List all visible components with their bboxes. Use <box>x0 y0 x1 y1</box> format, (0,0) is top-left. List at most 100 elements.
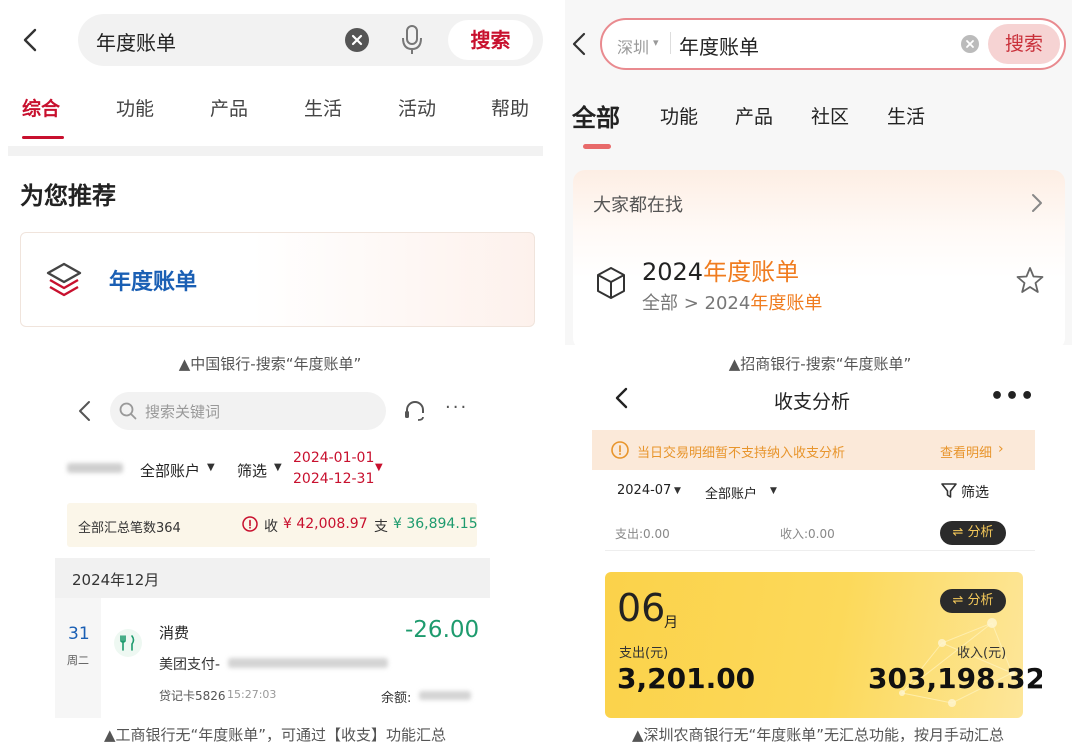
more-icon[interactable]: ••• <box>990 384 1035 409</box>
income-summary: 收入:0.00 <box>780 527 835 541</box>
recommend-item-title[interactable]: 年度账单 <box>109 264 197 296</box>
back-arrow-icon[interactable] <box>615 387 629 409</box>
card-income-value: 303,198.32 <box>868 662 1042 695</box>
divider <box>605 550 1035 551</box>
info-icon[interactable] <box>242 516 258 532</box>
result-title-highlight: 年度账单 <box>703 258 800 286</box>
chevron-down-icon: ▼ <box>375 462 383 473</box>
account-filter[interactable]: 全部账户 <box>705 483 757 502</box>
income-value: ¥ 42,008.97 <box>283 516 368 532</box>
caption-cmb: ▲招商银行-搜索“年度账单” <box>728 355 912 373</box>
tab-all[interactable]: 全部 <box>572 98 620 133</box>
tab-product[interactable]: 产品 <box>210 94 248 121</box>
srcb-analysis-screen: 收支分析 ••• 当日交易明细暂不支持纳入收支分析 查看明细 › 2024-07… <box>592 378 1042 718</box>
back-arrow-icon[interactable] <box>22 28 40 52</box>
active-tab-indicator <box>583 144 611 149</box>
summary-count: 全部汇总笔数364 <box>78 521 181 536</box>
boc-search-screen: 年度账单 搜索 综合 功能 产品 生活 活动 帮助 为您推荐 年度账单 <box>8 0 543 340</box>
search-input[interactable]: 年度账单 <box>679 31 759 60</box>
date-start[interactable]: 2024-01-01 <box>293 450 374 466</box>
microphone-icon[interactable] <box>401 24 423 56</box>
trending-header: 大家都在找 <box>593 195 683 216</box>
card-month: 06 <box>617 586 666 630</box>
info-icon <box>611 441 629 459</box>
date-end[interactable]: 2024-12-31 <box>293 471 374 487</box>
divider <box>670 32 671 54</box>
transaction-merchant: 美团支付- <box>159 657 221 673</box>
clear-icon[interactable] <box>961 35 979 53</box>
filter-icon[interactable] <box>940 481 958 499</box>
search-input[interactable]: 年度账单 <box>96 27 176 56</box>
city-selector[interactable]: 深圳 <box>617 34 649 58</box>
card-expense-value: 3,201.00 <box>617 662 756 695</box>
tab-product[interactable]: 产品 <box>735 102 773 129</box>
recommend-card[interactable] <box>20 232 535 327</box>
analysis-button[interactable]: ⇌ 分析 <box>940 521 1006 545</box>
filter-label[interactable]: 筛选 <box>961 482 989 502</box>
transaction-weekday: 周二 <box>67 654 89 667</box>
view-details-link[interactable]: 查看明细 <box>940 442 992 461</box>
expense-value: ¥ 36,894.15 <box>393 516 478 532</box>
icbc-transactions-screen: 搜索关键词 ··· 全部账户 ▼ 筛选 ▼ 2024-01-01 2024-12… <box>55 380 490 720</box>
tab-function[interactable]: 功能 <box>116 94 154 121</box>
back-arrow-icon[interactable] <box>78 400 92 422</box>
customer-service-icon[interactable] <box>403 399 427 423</box>
tab-function[interactable]: 功能 <box>660 102 698 129</box>
chevron-right-icon[interactable] <box>1031 193 1043 213</box>
tab-help[interactable]: 帮助 <box>491 94 529 121</box>
dining-icon <box>114 629 142 657</box>
filter-label[interactable]: 筛选 <box>237 460 267 481</box>
tab-activity[interactable]: 活动 <box>398 94 436 121</box>
transaction-time: 15:27:03 <box>227 688 277 701</box>
section-title: 为您推荐 <box>20 182 116 210</box>
chevron-right-icon: › <box>998 441 1004 457</box>
card-month-unit: 月 <box>664 615 678 631</box>
card-analysis-button[interactable]: ⇌ 分析 <box>940 589 1006 613</box>
chevron-down-icon: ▼ <box>674 486 681 496</box>
search-button[interactable]: 搜索 <box>988 24 1060 64</box>
month-label: 2024年12月 <box>72 571 160 589</box>
chevron-down-icon: ▼ <box>207 462 215 473</box>
transaction-type: 消费 <box>159 624 190 642</box>
balance-label: 余额: <box>381 691 412 706</box>
notice-text: 当日交易明细暂不支持纳入收支分析 <box>637 446 846 461</box>
account-filter[interactable]: 全部账户 <box>140 460 200 481</box>
cube-icon <box>597 267 625 299</box>
tab-life[interactable]: 生活 <box>304 94 342 121</box>
caption-boc: ▲中国银行-搜索“年度账单” <box>178 355 362 373</box>
star-icon[interactable] <box>1016 266 1044 294</box>
result-path: 全部 > 2024年度账单 <box>642 289 822 315</box>
back-arrow-icon[interactable] <box>571 32 589 56</box>
month-filter[interactable]: 2024-07 <box>617 483 671 498</box>
merchant-redacted <box>228 658 388 668</box>
account-name-redacted <box>67 463 123 473</box>
tab-life[interactable]: 生活 <box>887 102 925 129</box>
chevron-down-icon: ▼ <box>274 462 282 473</box>
result-path-prefix: 全部 > 2024 <box>642 293 751 314</box>
cmb-search-screen: 深圳 ▾ 年度账单 搜索 全部 功能 产品 社区 生活 大家都在找 2024年度… <box>565 0 1072 345</box>
transaction-day: 31 <box>68 624 90 644</box>
active-tab-indicator <box>22 136 64 139</box>
page-title: 收支分析 <box>774 391 851 413</box>
result-path-highlight: 年度账单 <box>750 293 823 314</box>
expense-label: 支 <box>374 519 388 535</box>
income-label: 收 <box>264 519 278 535</box>
card-income-label: 收入(元) <box>957 646 1007 661</box>
clear-icon[interactable] <box>345 28 369 52</box>
search-input[interactable]: 搜索关键词 <box>145 401 220 422</box>
result-title-year: 2024 <box>642 258 704 286</box>
transaction-card: 贷记卡5826 <box>159 689 226 703</box>
result-title[interactable]: 2024年度账单 <box>642 252 799 287</box>
layers-icon <box>46 262 82 297</box>
caption-icbc: ▲工商银行无“年度账单”，可通过【收支】功能汇总 <box>103 726 447 744</box>
caption-srcb: ▲深圳农商银行无“年度账单”无汇总功能，按月手动汇总 <box>631 726 1005 744</box>
tab-community[interactable]: 社区 <box>811 102 849 129</box>
tab-all[interactable]: 综合 <box>22 94 60 121</box>
expense-summary: 支出:0.00 <box>615 527 670 541</box>
card-expense-label: 支出(元) <box>619 646 669 661</box>
divider <box>8 146 543 156</box>
transaction-amount: -26.00 <box>405 617 480 643</box>
more-icon[interactable]: ··· <box>445 397 468 418</box>
search-button[interactable]: 搜索 <box>448 20 533 60</box>
chevron-down-icon: ▾ <box>653 36 659 49</box>
